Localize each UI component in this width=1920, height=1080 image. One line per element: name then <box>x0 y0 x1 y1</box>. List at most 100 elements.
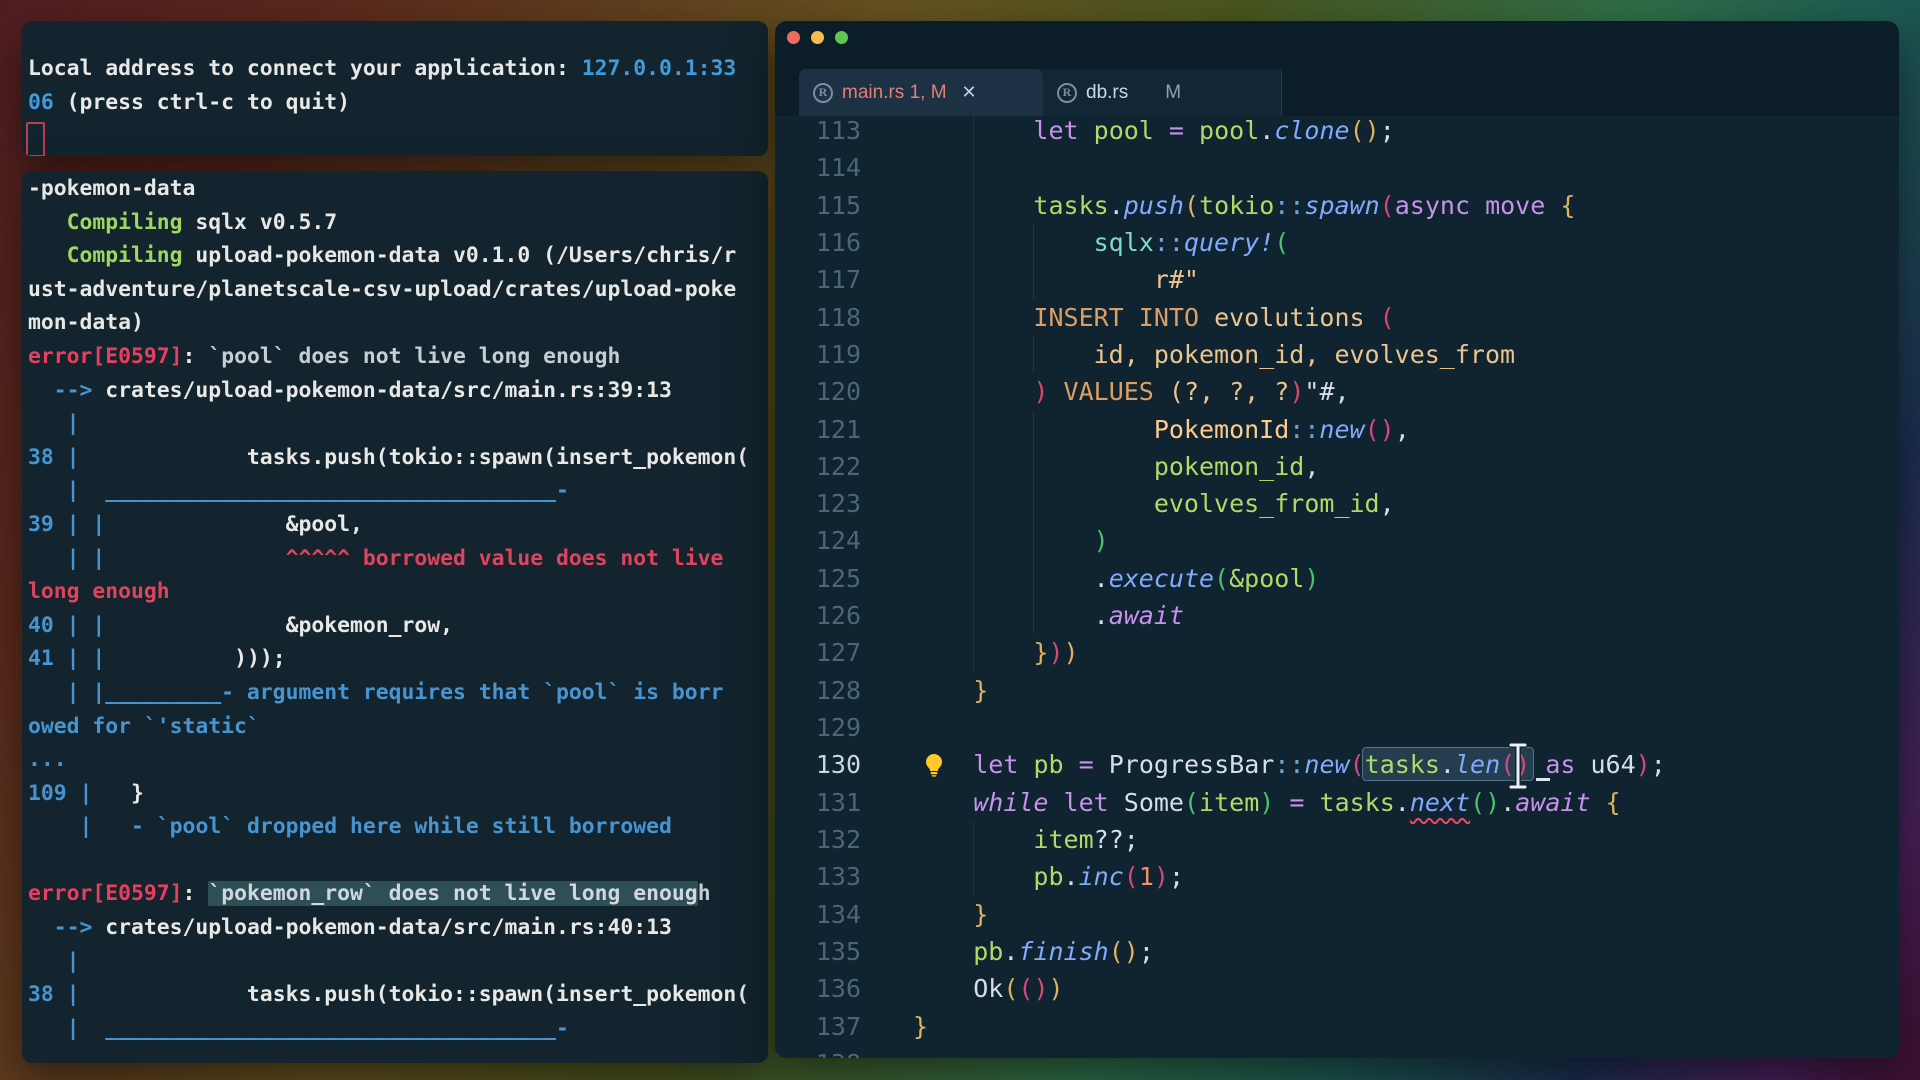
code-token: , <box>1304 452 1319 481</box>
code-token <box>913 228 1094 257</box>
code-token: } <box>1033 638 1048 667</box>
code-token <box>913 601 1094 630</box>
terminal-token <box>92 814 131 839</box>
code-token: ) <box>1124 937 1139 966</box>
code-token: ( <box>1350 750 1365 779</box>
code-token: } <box>913 1012 928 1041</box>
terminal-line: | - `pool` dropped here while still borr… <box>28 810 768 844</box>
terminal-token: | ___________________________________- <box>28 478 569 503</box>
zoom-window-button[interactable] <box>835 31 848 44</box>
terminal-line: 38 | tasks.push(tokio::spawn(insert_poke… <box>28 441 768 475</box>
code-token <box>913 303 1033 332</box>
terminal-line: | <box>28 945 768 979</box>
code-token: finish <box>1018 937 1108 966</box>
code-token <box>1154 377 1169 406</box>
terminal-token: ^^^^^ borrowed value does not live <box>286 546 724 571</box>
code-token: . <box>1003 937 1018 966</box>
terminal-token: long enough <box>28 579 170 604</box>
code-token: u64 <box>1590 750 1635 779</box>
terminal-cursor <box>26 122 45 156</box>
line-number: 128 <box>775 672 861 709</box>
terminal-token: error[E0597] <box>28 344 183 369</box>
tab-main-rs[interactable]: R main.rs 1, M ✕ <box>799 69 1043 116</box>
terminal-token: upload-pokemon-data v0.1.0 (/Users/chris… <box>183 243 737 268</box>
code-token: "# <box>1304 377 1334 406</box>
close-window-button[interactable] <box>787 31 800 44</box>
code-token <box>913 116 1033 145</box>
terminal-token: ... <box>28 747 67 772</box>
code-token: ( <box>1018 974 1033 1003</box>
terminal-line: | | ^^^^^ borrowed value does not live <box>28 542 768 576</box>
code-token: (?, ?, ? <box>1169 377 1289 406</box>
code-token <box>913 638 1033 667</box>
terminal-token: &pool, <box>105 512 363 537</box>
code-token: :: <box>1274 750 1304 779</box>
terminal-token: crates/upload-pokemon-data/src/main.rs:4… <box>105 915 672 940</box>
code-token: ) <box>1064 638 1079 667</box>
code-token: . <box>1259 116 1274 145</box>
tab-close-icon[interactable]: ✕ <box>962 82 977 103</box>
code-token <box>1048 788 1063 817</box>
code-token: { <box>1606 788 1621 817</box>
terminal-token: Local address to connect your applicatio… <box>28 56 582 81</box>
terminal-line: | ___________________________________- <box>28 1012 768 1046</box>
code-area[interactable]: 113 let pool = pool.clone();114115 tasks… <box>775 116 1899 1058</box>
terminal-token: h <box>698 881 711 906</box>
tab-db-rs[interactable]: R db.rs M <box>1043 69 1282 116</box>
line-number: 113 <box>775 116 861 149</box>
code-text: evolves_from_id, <box>913 485 1395 522</box>
code-token <box>913 825 1033 854</box>
code-line: 130 let pb = ProgressBar::new(tasks.len(… <box>775 746 1899 783</box>
code-text: pb.inc(1); <box>913 858 1184 895</box>
terminal-token: | <box>28 411 80 436</box>
line-number: 125 <box>775 560 861 597</box>
terminal-token: tasks.push(tokio::spawn(insert_pokemon( <box>80 445 750 470</box>
line-number: 126 <box>775 597 861 634</box>
code-token: tokio <box>1199 191 1274 220</box>
code-token: move <box>1485 191 1545 220</box>
titlebar <box>775 21 1899 69</box>
code-token: ProgressBar <box>1109 750 1275 779</box>
terminal-token: `pool` does not live long enough <box>208 344 620 369</box>
code-token: ; <box>1139 937 1154 966</box>
code-token: push <box>1124 191 1184 220</box>
code-text: ) VALUES (?, ?, ?)"#, <box>913 373 1350 410</box>
code-token: async <box>1395 191 1470 220</box>
code-token: { <box>1560 191 1575 220</box>
code-token: 1 <box>1139 862 1154 891</box>
code-token: } <box>973 900 988 929</box>
terminal-pane-server[interactable]: Local address to connect your applicatio… <box>22 21 768 156</box>
minimize-window-button[interactable] <box>811 31 824 44</box>
line-number: 138 <box>775 1045 861 1058</box>
terminal-token: 41 | | <box>28 646 105 671</box>
code-token: ) <box>1033 377 1048 406</box>
terminal-token: | <box>28 814 92 839</box>
editor-window[interactable]: R main.rs 1, M ✕ R db.rs M 113 let pool … <box>775 21 1899 1058</box>
code-token <box>913 340 1094 369</box>
code-token: Ok <box>973 974 1003 1003</box>
code-token: let <box>1033 116 1078 145</box>
terminal-line: owed for `'static` <box>28 710 768 744</box>
rust-logo-icon: R <box>813 83 833 103</box>
code-token <box>1018 750 1033 779</box>
code-token: as <box>1545 750 1575 779</box>
line-number: 116 <box>775 224 861 261</box>
code-text: pb.finish(); <box>913 933 1154 970</box>
terminal-line: long enough <box>28 575 768 609</box>
code-line: 124 ) <box>775 522 1899 559</box>
code-line: 133 pb.inc(1); <box>775 858 1899 895</box>
code-text: item??; <box>913 821 1139 858</box>
terminal-token: 39 | | <box>28 512 105 537</box>
code-token <box>913 788 973 817</box>
code-token <box>1591 788 1606 817</box>
terminal-token: 38 | <box>28 982 80 1007</box>
code-token: tasks <box>1033 191 1108 220</box>
terminal-token: mon-data) <box>28 310 144 335</box>
terminal-pane-cargo[interactable]: -pokemon-data Compiling sqlx v0.5.7 Comp… <box>22 171 768 1063</box>
code-token <box>1064 750 1079 779</box>
code-token: ; <box>1380 116 1395 145</box>
code-token: ( <box>1214 564 1229 593</box>
terminal-line: 41 | | ))); <box>28 642 768 676</box>
code-token <box>913 900 973 929</box>
code-token: ( <box>1380 191 1395 220</box>
